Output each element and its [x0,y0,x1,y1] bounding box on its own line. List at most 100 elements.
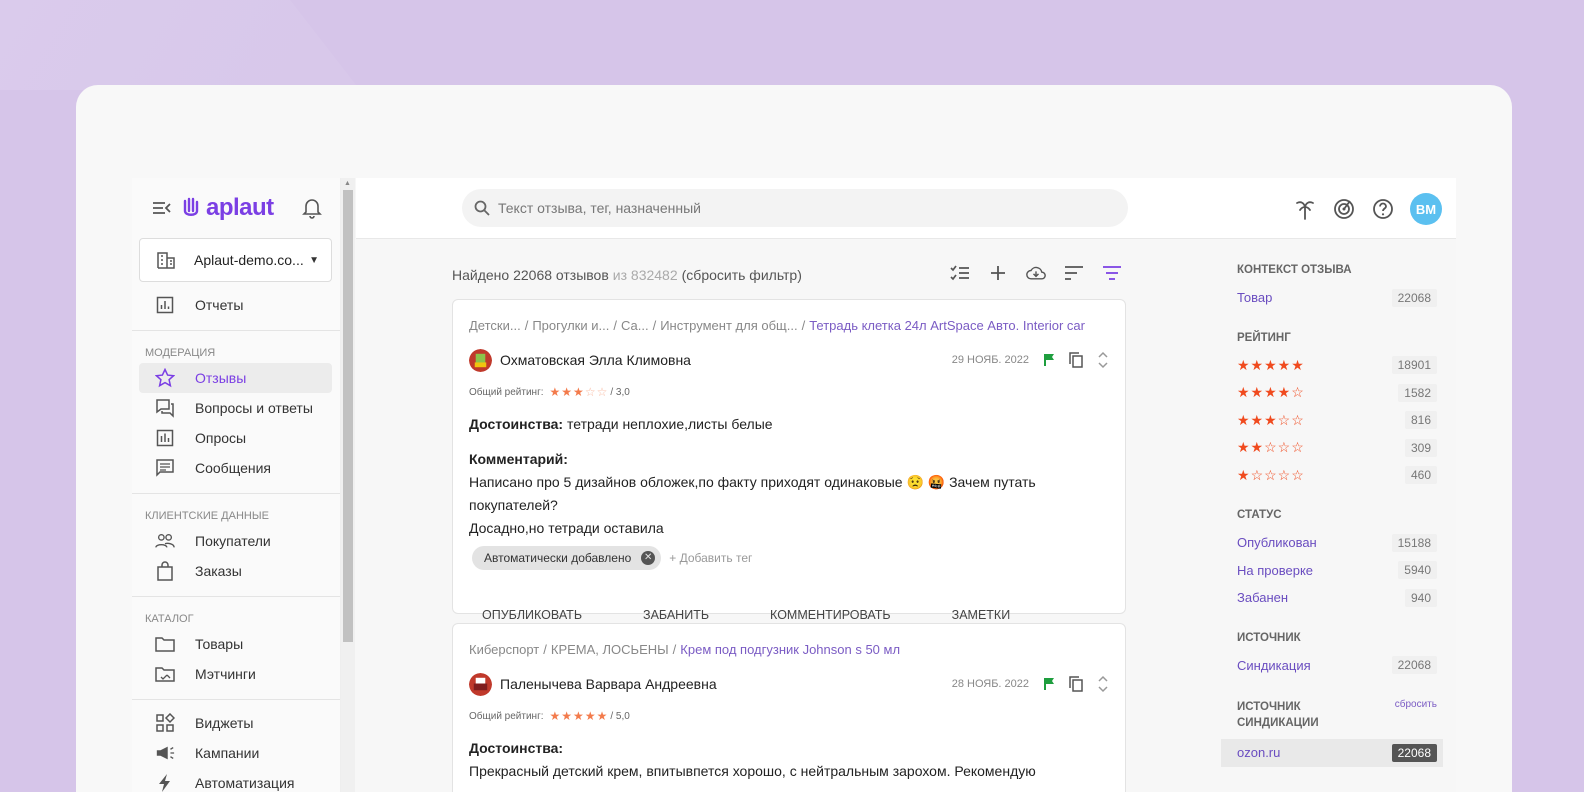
review-card: Киберспорт / КРЕМА, ЛОСЬЕНЫ / Крем под под… [452,623,1126,792]
tag-label: Автоматически добавлено [484,551,632,565]
rating-row: Общий рейтинг: ★ ★ ★ ★ ★ / 5,0 [469,710,1109,722]
author-row: Паленычева Варвара Андреевна 28 НОЯБ. 20… [469,672,1109,696]
section-catalog: КАТАЛОГ [145,613,194,625]
sidebar-item-customers[interactable]: Покупатели [139,526,332,556]
expand-icon[interactable] [1097,351,1109,369]
stars-4-icon: ★★★★☆ [1237,384,1305,401]
message-icon [156,459,174,477]
reset-filter-link[interactable]: (сбросить фильтр) [682,267,802,283]
filter-icon[interactable] [1102,263,1122,283]
user-avatar[interactable]: BM [1410,193,1442,225]
filter-count: 5940 [1398,561,1437,580]
filter-option-4-stars[interactable]: ★★★★☆ 1582 [1237,379,1437,407]
checklist-icon[interactable] [950,263,970,283]
scroll-up-arrow-icon[interactable]: ▲ [344,180,351,187]
pros-text: тетради неплохие,листы белые [567,416,773,432]
matching-folder-icon [155,667,175,682]
sidebar-item-matchings[interactable]: Мэтчинги [139,659,332,689]
product-link[interactable]: Крем под подгузник Johnson s 50 мл [680,642,900,657]
section-clients: КЛИЕНТСКИЕ ДАННЫЕ [145,510,269,522]
tag-chip[interactable]: Автоматически добавлено ✕ [472,546,662,570]
breadcrumb: Детски... / Прогулки и... / Са... / Инструм… [469,317,1085,333]
results-summary: Найдено 22068 отзывов из 832482 (сбросит… [452,264,1122,286]
filter-count: 460 [1404,466,1437,485]
search-input[interactable] [498,200,1098,216]
filter-option-5-stars[interactable]: ★★★★★ 18901 [1237,352,1437,380]
filter-option[interactable]: Опубликован 15188 [1237,529,1437,557]
copy-icon[interactable] [1069,676,1083,692]
sidebar-item-label: Вопросы и ответы [195,400,313,416]
megaphone-icon [156,746,175,760]
close-icon[interactable]: ✕ [641,551,656,565]
flag-icon[interactable] [1043,677,1055,691]
crumb[interactable]: Киберспорт [469,642,539,657]
filter-option[interactable]: Синдикация 22068 [1237,652,1437,680]
stars-5-icon: ★★★★★ [1237,356,1305,373]
help-icon[interactable] [1371,197,1395,221]
ban-button[interactable]: ЗАБАНИТЬ [627,608,722,622]
sidebar-item-surveys[interactable]: Опросы [139,423,332,453]
notes-button[interactable]: ЗАМЕТКИ [936,608,1024,622]
header-actions: BM [1293,193,1442,225]
filter-option[interactable]: Товар 22068 [1237,284,1437,312]
sidebar-item-campaigns[interactable]: Кампании [139,738,332,768]
sidebar-item-widgets[interactable]: Виджеты [139,708,332,738]
filter-title: КОНТЕКСТ ОТЗЫВА [1237,264,1352,276]
crumb[interactable]: Прогулки и... [532,318,609,333]
bell-icon[interactable] [301,197,322,219]
filter-option[interactable]: Забанен 940 [1237,584,1437,612]
filter-rating: РЕЙТИНГ ★★★★★ 18901 ★★★★☆ 1582 ★★★☆☆ 816 ★★… [1237,332,1437,490]
product-link[interactable]: Тетрадь клетка 24л ArtSpace Авто. Interi… [809,318,1085,333]
background-shape [0,0,360,90]
sort-icon[interactable] [1064,263,1084,283]
sidebar-item-label: Мэтчинги [195,666,256,682]
divider [132,493,340,494]
collapse-menu-icon[interactable] [152,200,172,216]
top-header: BM [356,178,1456,239]
sidebar-item-label: Виджеты [195,715,254,731]
flag-icon[interactable] [1043,353,1055,367]
logo[interactable]: aplaut [182,194,274,222]
filter-option[interactable]: На проверке 5940 [1237,557,1437,585]
sidebar-item-qa[interactable]: Вопросы и ответы [139,393,332,423]
crumb[interactable]: Детски... [469,318,521,333]
pros-label: Достоинства: [469,740,564,756]
app: aplaut Aplaut-demo.co... ▼ Отчеты МОДЕРА… [132,178,1456,792]
copy-icon[interactable] [1069,352,1083,368]
comment-button[interactable]: КОММЕНТИРОВАТЬ [754,608,904,622]
cloud-download-icon[interactable] [1026,263,1046,283]
avatar [469,672,492,696]
breadcrumb: Киберспорт / КРЕМА, ЛОСЬЕНЫ / Крем под под… [469,641,901,657]
filter-reset-link[interactable]: сбросить [1395,699,1437,710]
crumb[interactable]: Инструмент для общ... [660,318,797,333]
company-selector[interactable]: Aplaut-demo.co... ▼ [139,238,332,282]
scrollbar-thumb[interactable] [343,190,353,642]
publish-button[interactable]: ОПУБЛИКОВАТЬ [466,608,595,622]
star-filled-icon: ★ [573,385,584,399]
sidebar-item-automation[interactable]: Автоматизация [139,768,332,792]
add-icon[interactable] [988,263,1008,283]
star-filled-icon: ★ [584,709,596,723]
filter-option-2-stars[interactable]: ★★☆☆☆ 309 [1237,434,1437,462]
search-box[interactable] [462,189,1128,227]
crumb[interactable]: Са... [621,318,649,333]
sidebar-item-products[interactable]: Товары [139,629,332,659]
sidebar-item-label: Кампании [195,745,260,761]
add-tag-button[interactable]: + Добавить тег [669,551,752,565]
crumb[interactable]: КРЕМА, ЛОСЬЕНЫ [551,642,669,657]
radar-icon[interactable] [1332,197,1356,221]
palm-tree-icon[interactable] [1293,197,1317,221]
sidebar-scrollbar[interactable]: ▲ [341,178,355,792]
sidebar-item-reviews[interactable]: Отзывы [139,363,332,393]
sidebar-item-orders[interactable]: Заказы [139,556,332,586]
divider [132,596,340,597]
folder-icon [155,637,175,652]
filter-syndication-source: ИСТОЧНИК СИНДИКАЦИИ сбросить ozon.ru 2206… [1221,699,1443,767]
filter-option-1-star[interactable]: ★☆☆☆☆ 460 [1237,462,1437,490]
expand-icon[interactable] [1097,675,1109,693]
author-name: Паленычева Варвара Андреевна [500,676,717,692]
sidebar-item-messages[interactable]: Сообщения [139,453,332,483]
sidebar-item-reports[interactable]: Отчеты [139,290,332,320]
filter-option-3-stars[interactable]: ★★★☆☆ 816 [1237,407,1437,435]
filter-option[interactable]: ozon.ru 22068 [1221,739,1443,767]
